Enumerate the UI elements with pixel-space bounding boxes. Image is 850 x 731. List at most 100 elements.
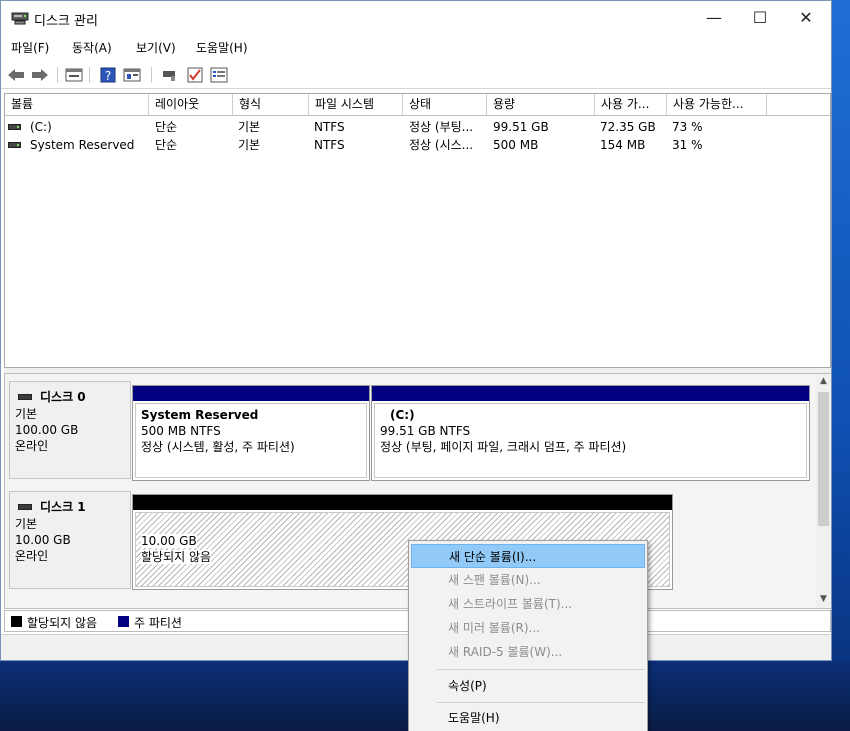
unallocated-bar <box>133 495 672 510</box>
desktop-background <box>832 0 850 731</box>
menu-help[interactable]: 도움말(H) <box>196 39 248 56</box>
partition-c-drive-body: (C:) 99.51 GB NTFS 정상 (부팅, 페이지 파일, 크래시 덤… <box>374 403 807 478</box>
menu-view[interactable]: 보기(V) <box>136 39 176 56</box>
disk-list-icon[interactable] <box>65 66 83 84</box>
menu-item-new-raid5-volume[interactable]: 새 RAID-5 볼륨(W)... <box>411 640 645 664</box>
check-icon[interactable] <box>186 66 204 84</box>
cell-capacity: 99.51 GB <box>493 120 549 134</box>
cell-volume: (C:) <box>30 120 52 134</box>
scrollbar-thumb[interactable] <box>818 392 829 526</box>
menu-action[interactable]: 동작(A) <box>72 39 112 56</box>
column-header-type[interactable]: 형식 <box>233 94 309 115</box>
window-title: 디스크 관리 <box>34 14 98 29</box>
legend-label-unallocated: 할당되지 않음 <box>27 616 98 630</box>
column-header-free-percent[interactable]: 사용 가능한... <box>667 94 767 115</box>
column-header-capacity[interactable]: 용량 <box>487 94 595 115</box>
menu-item-new-mirrored-volume[interactable]: 새 미러 볼륨(R)... <box>411 616 645 640</box>
disk-0-size: 100.00 GB <box>15 423 79 437</box>
partition-status: 정상 (시스템, 활성, 주 파티션) <box>141 440 295 454</box>
cell-free-space: 154 MB <box>600 138 646 152</box>
disk-0-state: 온라인 <box>15 439 49 453</box>
cell-volume: System Reserved <box>30 138 135 152</box>
disk-1-state: 온라인 <box>15 549 49 563</box>
forward-arrow-icon[interactable] <box>31 66 49 84</box>
partition-size-fs: 99.51 GB NTFS <box>380 424 471 438</box>
refresh-icon[interactable] <box>161 66 179 84</box>
menu-separator <box>437 669 645 670</box>
legend-label-primary: 주 파티션 <box>134 616 182 630</box>
properties-icon[interactable] <box>123 66 141 84</box>
column-header-layout[interactable]: 레이아웃 <box>149 94 233 115</box>
menu-item-new-simple-volume[interactable]: 새 단순 볼륨(I)... <box>411 544 645 568</box>
partition-system-reserved-body: System Reserved 500 MB NTFS 정상 (시스템, 활성,… <box>135 403 367 478</box>
disk-1-kind: 기본 <box>15 517 38 531</box>
disk-1-name-text: 디스크 1 <box>40 500 86 514</box>
partition-size-fs: 500 MB NTFS <box>141 424 221 438</box>
disk-1-size: 10.00 GB <box>15 533 71 547</box>
column-header-volume[interactable]: 볼륨 <box>5 94 149 115</box>
svg-text:?: ? <box>105 69 111 83</box>
maximize-button[interactable]: ☐ <box>737 1 783 33</box>
disk-0-name-text: 디스크 0 <box>40 390 86 404</box>
cell-type: 기본 <box>238 120 261 134</box>
disk-0-name: 디스크 0 <box>15 388 130 406</box>
volume-drive-icon <box>8 124 21 130</box>
menu-bar: 파일(F) 동작(A) 보기(V) 도움말(H) <box>1 36 831 58</box>
partition-system-reserved[interactable]: System Reserved 500 MB NTFS 정상 (시스템, 활성,… <box>132 385 370 481</box>
partition-c-drive[interactable]: (C:) 99.51 GB NTFS 정상 (부팅, 페이지 파일, 크래시 덤… <box>371 385 810 481</box>
column-header-free-space[interactable]: 사용 가... <box>595 94 667 115</box>
partition-title: (C:) <box>390 408 415 422</box>
toolbar-separator <box>57 67 58 83</box>
primary-partition-bar <box>133 386 369 401</box>
cell-free-space: 72.35 GB <box>600 120 656 134</box>
cell-status: 정상 (부팅... <box>409 120 474 134</box>
cell-filesystem: NTFS <box>314 120 345 134</box>
cell-status: 정상 (시스... <box>409 138 474 152</box>
disk-0-label[interactable]: 디스크 0 기본 100.00 GB 온라인 <box>9 381 131 479</box>
toolbar-separator <box>89 67 90 83</box>
disk-1-name: 디스크 1 <box>15 498 130 516</box>
menu-separator <box>437 702 645 703</box>
context-menu: 새 단순 볼륨(I)... 새 스팬 볼륨(N)... 새 스트라이프 볼륨(T… <box>408 540 648 731</box>
scroll-up-arrow-icon[interactable]: ▲ <box>816 376 831 390</box>
cell-free-percent: 31 % <box>672 138 703 152</box>
legend-swatch-unallocated <box>11 616 22 627</box>
column-header-filesystem[interactable]: 파일 시스템 <box>309 94 403 115</box>
cell-layout: 단순 <box>155 120 178 134</box>
unallocated-label: 할당되지 않음 <box>141 550 212 564</box>
legend-swatch-primary <box>118 616 129 627</box>
table-row[interactable]: System Reserved 단순 기본 NTFS 정상 (시스... 500… <box>5 136 830 154</box>
disk-1-label[interactable]: 디스크 1 기본 10.00 GB 온라인 <box>9 491 131 589</box>
partition-title: System Reserved <box>141 408 259 422</box>
toolbar-separator <box>151 67 152 83</box>
cell-type: 기본 <box>238 138 261 152</box>
title-bar: 디스크 관리 — ☐ ✕ <box>1 1 831 35</box>
unallocated-size: 10.00 GB <box>141 534 197 548</box>
volume-list: 볼륨 레이아웃 형식 파일 시스템 상태 용량 사용 가... 사용 가능한..… <box>4 93 831 368</box>
minimize-button[interactable]: — <box>691 1 737 33</box>
disk-0-kind: 기본 <box>15 407 38 421</box>
cell-filesystem: NTFS <box>314 138 345 152</box>
close-button[interactable]: ✕ <box>783 1 829 33</box>
list-view-icon[interactable] <box>210 66 228 84</box>
menu-item-properties[interactable]: 속성(P) <box>411 674 645 698</box>
scroll-down-arrow-icon[interactable]: ▼ <box>816 594 831 608</box>
disk-icon <box>18 504 32 510</box>
cell-free-percent: 73 % <box>672 120 703 134</box>
volume-drive-icon <box>8 142 21 148</box>
disk-icon <box>18 394 32 400</box>
toolbar: ? <box>1 61 831 89</box>
menu-item-help[interactable]: 도움말(H) <box>411 706 645 730</box>
table-row[interactable]: (C:) 단순 기본 NTFS 정상 (부팅... 99.51 GB 72.35… <box>5 118 830 136</box>
cell-capacity: 500 MB <box>493 138 539 152</box>
disk-management-app-icon <box>11 12 29 25</box>
back-arrow-icon[interactable] <box>7 66 25 84</box>
help-icon[interactable]: ? <box>99 66 117 84</box>
partition-status: 정상 (부팅, 페이지 파일, 크래시 덤프, 주 파티션) <box>380 440 627 454</box>
disk-view-scrollbar[interactable]: ▲ ▼ <box>816 374 831 608</box>
menu-item-new-spanned-volume[interactable]: 새 스팬 볼륨(N)... <box>411 568 645 592</box>
menu-item-new-striped-volume[interactable]: 새 스트라이프 볼륨(T)... <box>411 592 645 616</box>
menu-file[interactable]: 파일(F) <box>11 39 49 56</box>
column-header-status[interactable]: 상태 <box>403 94 487 115</box>
cell-layout: 단순 <box>155 138 178 152</box>
